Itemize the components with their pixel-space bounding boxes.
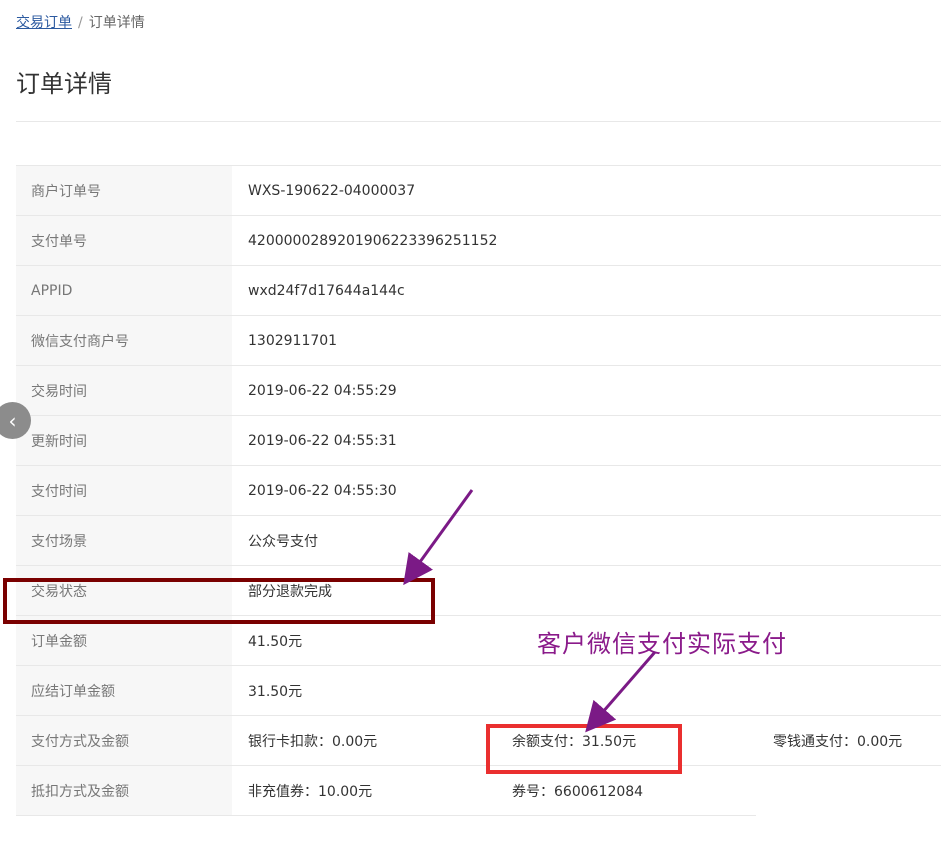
annotation-arrows (403, 489, 657, 733)
arrow-to-status (403, 489, 474, 586)
arrow-to-balance (585, 651, 657, 733)
